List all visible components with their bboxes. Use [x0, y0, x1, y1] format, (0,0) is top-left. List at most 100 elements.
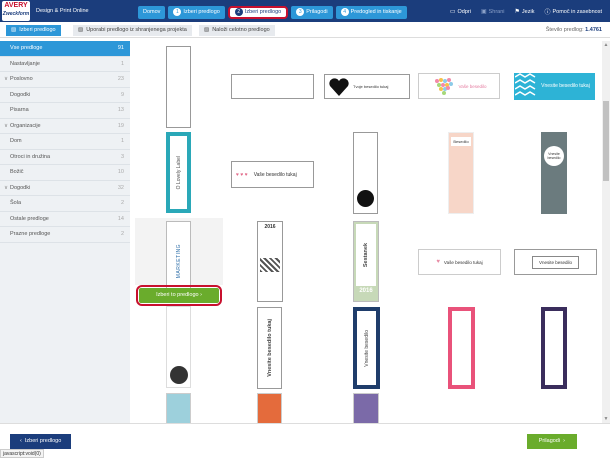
template-thumbnail-blank-vertical[interactable]	[166, 46, 191, 128]
back-button[interactable]: ‹ Izberi predlogo	[10, 434, 72, 449]
template-thumbnail-chevron[interactable]: Vnesite besedilo tukaj	[514, 73, 595, 100]
sidebar-group-business[interactable]: ∨ Poslovno 23	[0, 72, 130, 88]
chevron-down-icon: ∨	[4, 184, 9, 191]
template-thumbnail-badge[interactable]	[353, 132, 378, 214]
step-1[interactable]: 1 Izberi predlogo	[168, 6, 225, 19]
scroll-down-arrow[interactable]: ▼	[603, 416, 609, 422]
sidebar-item-label: Pisarna	[10, 107, 29, 113]
step-label: Izberi predlogo	[244, 9, 282, 15]
template-text: Vnesite besedilo tukaj	[266, 319, 273, 377]
count-label: Število predlog:	[545, 27, 584, 33]
template-thumbnail-sweet[interactable]: Vaše besedilo	[418, 73, 500, 99]
sidebar-item-count: 3	[120, 153, 124, 160]
open-button[interactable]: ▭ Odpri	[450, 7, 471, 16]
template-text: Besedilo	[451, 137, 471, 146]
app-title: Design & Print Online	[36, 8, 89, 14]
template-thumbnail-framed[interactable]: Vnesite besedilo	[514, 249, 597, 275]
chevron-pattern	[515, 73, 536, 96]
sidebar-group-events[interactable]: ∨ Dogodki 32	[0, 181, 130, 196]
template-thumbnail-row5-1[interactable]	[166, 393, 191, 423]
sidebar-item-all[interactable]: Vse predloge 91	[0, 41, 130, 57]
language-button[interactable]: ⚑ Jezik	[515, 7, 535, 16]
sidebar-item-count: 2	[120, 200, 124, 206]
sidebar-item-office[interactable]: Pisarna 13	[0, 103, 130, 119]
template-thumbnail-polka[interactable]: Vnesite besedilo	[353, 307, 380, 389]
image-icon: ▨	[78, 27, 84, 33]
template-text: Vnesite besedilo	[544, 146, 564, 166]
scroll-thumb[interactable]	[603, 101, 609, 181]
sidebar-item-label: Dom	[10, 138, 22, 144]
badge-circle	[357, 190, 374, 207]
template-thumbnail-grey[interactable]: Vnesite besedilo	[541, 132, 567, 214]
sidebar-item-count: 10	[117, 169, 124, 175]
template-thumbnail-dots[interactable]	[448, 307, 475, 389]
sidebar-item-count: 2	[120, 231, 124, 237]
chevron-down-icon: ∨	[4, 76, 9, 82]
sidebar-item-count: 14	[117, 215, 124, 222]
step-home[interactable]: Domov	[138, 6, 166, 19]
bottom-navigation: ‹ Izberi predlogo Prilagodi ›	[0, 423, 610, 458]
save-button[interactable]: ▣ Shrani	[481, 7, 505, 16]
template-thumbnail-row5-3[interactable]	[353, 393, 379, 423]
template-thumbnail-script[interactable]	[166, 306, 191, 388]
next-button[interactable]: Prilagodi ›	[526, 434, 577, 449]
pattern-stripe	[260, 258, 280, 272]
template-thumbnail-birds[interactable]: ♥ Vaše besedilo tukaj	[418, 249, 501, 275]
scroll-up-arrow[interactable]: ▲	[603, 42, 609, 48]
sidebar-item-setup[interactable]: Nastavljanje 1	[0, 57, 130, 72]
sidebar-item-blank[interactable]: Prazne predloge 2	[0, 227, 130, 243]
template-thumbnail-heart[interactable]: Tvoje besedilo tukaj	[324, 74, 410, 99]
step-3[interactable]: 3 Prilagodi	[291, 6, 333, 19]
grid-scrollbar[interactable]: ▲ ▼	[602, 41, 610, 423]
template-text: Vaše besedilo tukaj	[443, 259, 483, 265]
logo-subtext: Zweckform	[2, 11, 30, 17]
template-thumbnail-blank-horizontal[interactable]	[231, 74, 314, 99]
template-thumbnail-row5-2[interactable]	[257, 393, 282, 423]
template-inner	[545, 311, 563, 385]
template-thumbnail-hearts-line[interactable]: ♥ ♥ ♥ Vaše besedilo tukaj	[231, 161, 314, 188]
help-button[interactable]: ⓘ Pomoč in zasebnost	[544, 7, 602, 17]
select-template-button-frame: Izberi to predlogo ›	[136, 285, 222, 306]
template-text: Sestanek	[363, 242, 369, 268]
help-icon: ⓘ	[544, 10, 551, 16]
template-thumbnail-teal-pattern[interactable]: O Lovely Label	[166, 132, 191, 213]
sidebar-item-events[interactable]: Dogodki 9	[0, 88, 130, 103]
sidebar-group-organizations[interactable]: ∨ Organizacije 19	[0, 119, 130, 134]
template-thumbnail-2016[interactable]: 2016	[257, 221, 283, 302]
step-label: Izberi predlogo	[183, 9, 220, 15]
image-icon: ▨	[11, 27, 17, 33]
language-label: Jezik	[521, 8, 535, 15]
template-thumbnail-bold[interactable]: Vnesite besedilo tukaj	[257, 307, 282, 389]
sidebar-item-home[interactable]: Dom 1	[0, 134, 130, 150]
avery-logo[interactable]: AVERY Zweckform	[2, 1, 30, 21]
sidebar-item-label: Nastavljanje	[10, 60, 40, 67]
sidebar-item-count: 1	[120, 60, 124, 67]
tab-choose-template[interactable]: ▨ Izberi predlogo	[6, 25, 61, 36]
sidebar-item-kids-family[interactable]: Otroci in družina 3	[0, 150, 130, 165]
select-template-label: Izberi to predlogo	[156, 292, 199, 298]
sidebar-item-school[interactable]: Šola 2	[0, 196, 130, 212]
sidebar-item-count: 19	[117, 122, 124, 129]
step-2[interactable]: 2 Izberi predlogo	[227, 6, 289, 19]
step-number: 1	[173, 8, 182, 16]
template-thumbnail-squares[interactable]	[541, 307, 567, 389]
template-thumbnail-sestanek[interactable]: Sestanek 2016	[353, 221, 379, 302]
open-label: Odpri	[457, 8, 471, 15]
step-label: Domov	[143, 9, 161, 15]
sidebar-item-other[interactable]: Ostale predloge 14	[0, 212, 130, 227]
template-text: MARKETING	[175, 244, 182, 279]
step-4[interactable]: 4 Predogled in tiskanje	[335, 6, 407, 19]
template-thumbnail-geometric[interactable]: Besedilo	[448, 132, 474, 214]
tab-upload-template[interactable]: ▨ Naloži celotno predlogo	[199, 25, 275, 36]
template-text: Vnesite besedilo	[531, 255, 580, 269]
step-number: 2	[234, 8, 243, 16]
tab-label: Naloži celotno predlogo	[212, 27, 270, 33]
tab-saved-project[interactable]: ▨ Uporabi predlogo iz shranjenega projekt…	[73, 25, 192, 36]
sidebar-item-count: 1	[120, 138, 124, 144]
sidebar-item-label: Šola	[10, 200, 22, 206]
logo-text: AVERY	[4, 2, 28, 9]
chevron-left-icon: ‹	[20, 438, 22, 444]
select-template-button[interactable]: Izberi to predlogo ›	[139, 288, 219, 303]
sidebar-item-christmas[interactable]: Božič 10	[0, 165, 130, 181]
template-source-bar: ▨ Izberi predlogo ▨ Uporabi predlogo iz sh…	[0, 22, 610, 38]
